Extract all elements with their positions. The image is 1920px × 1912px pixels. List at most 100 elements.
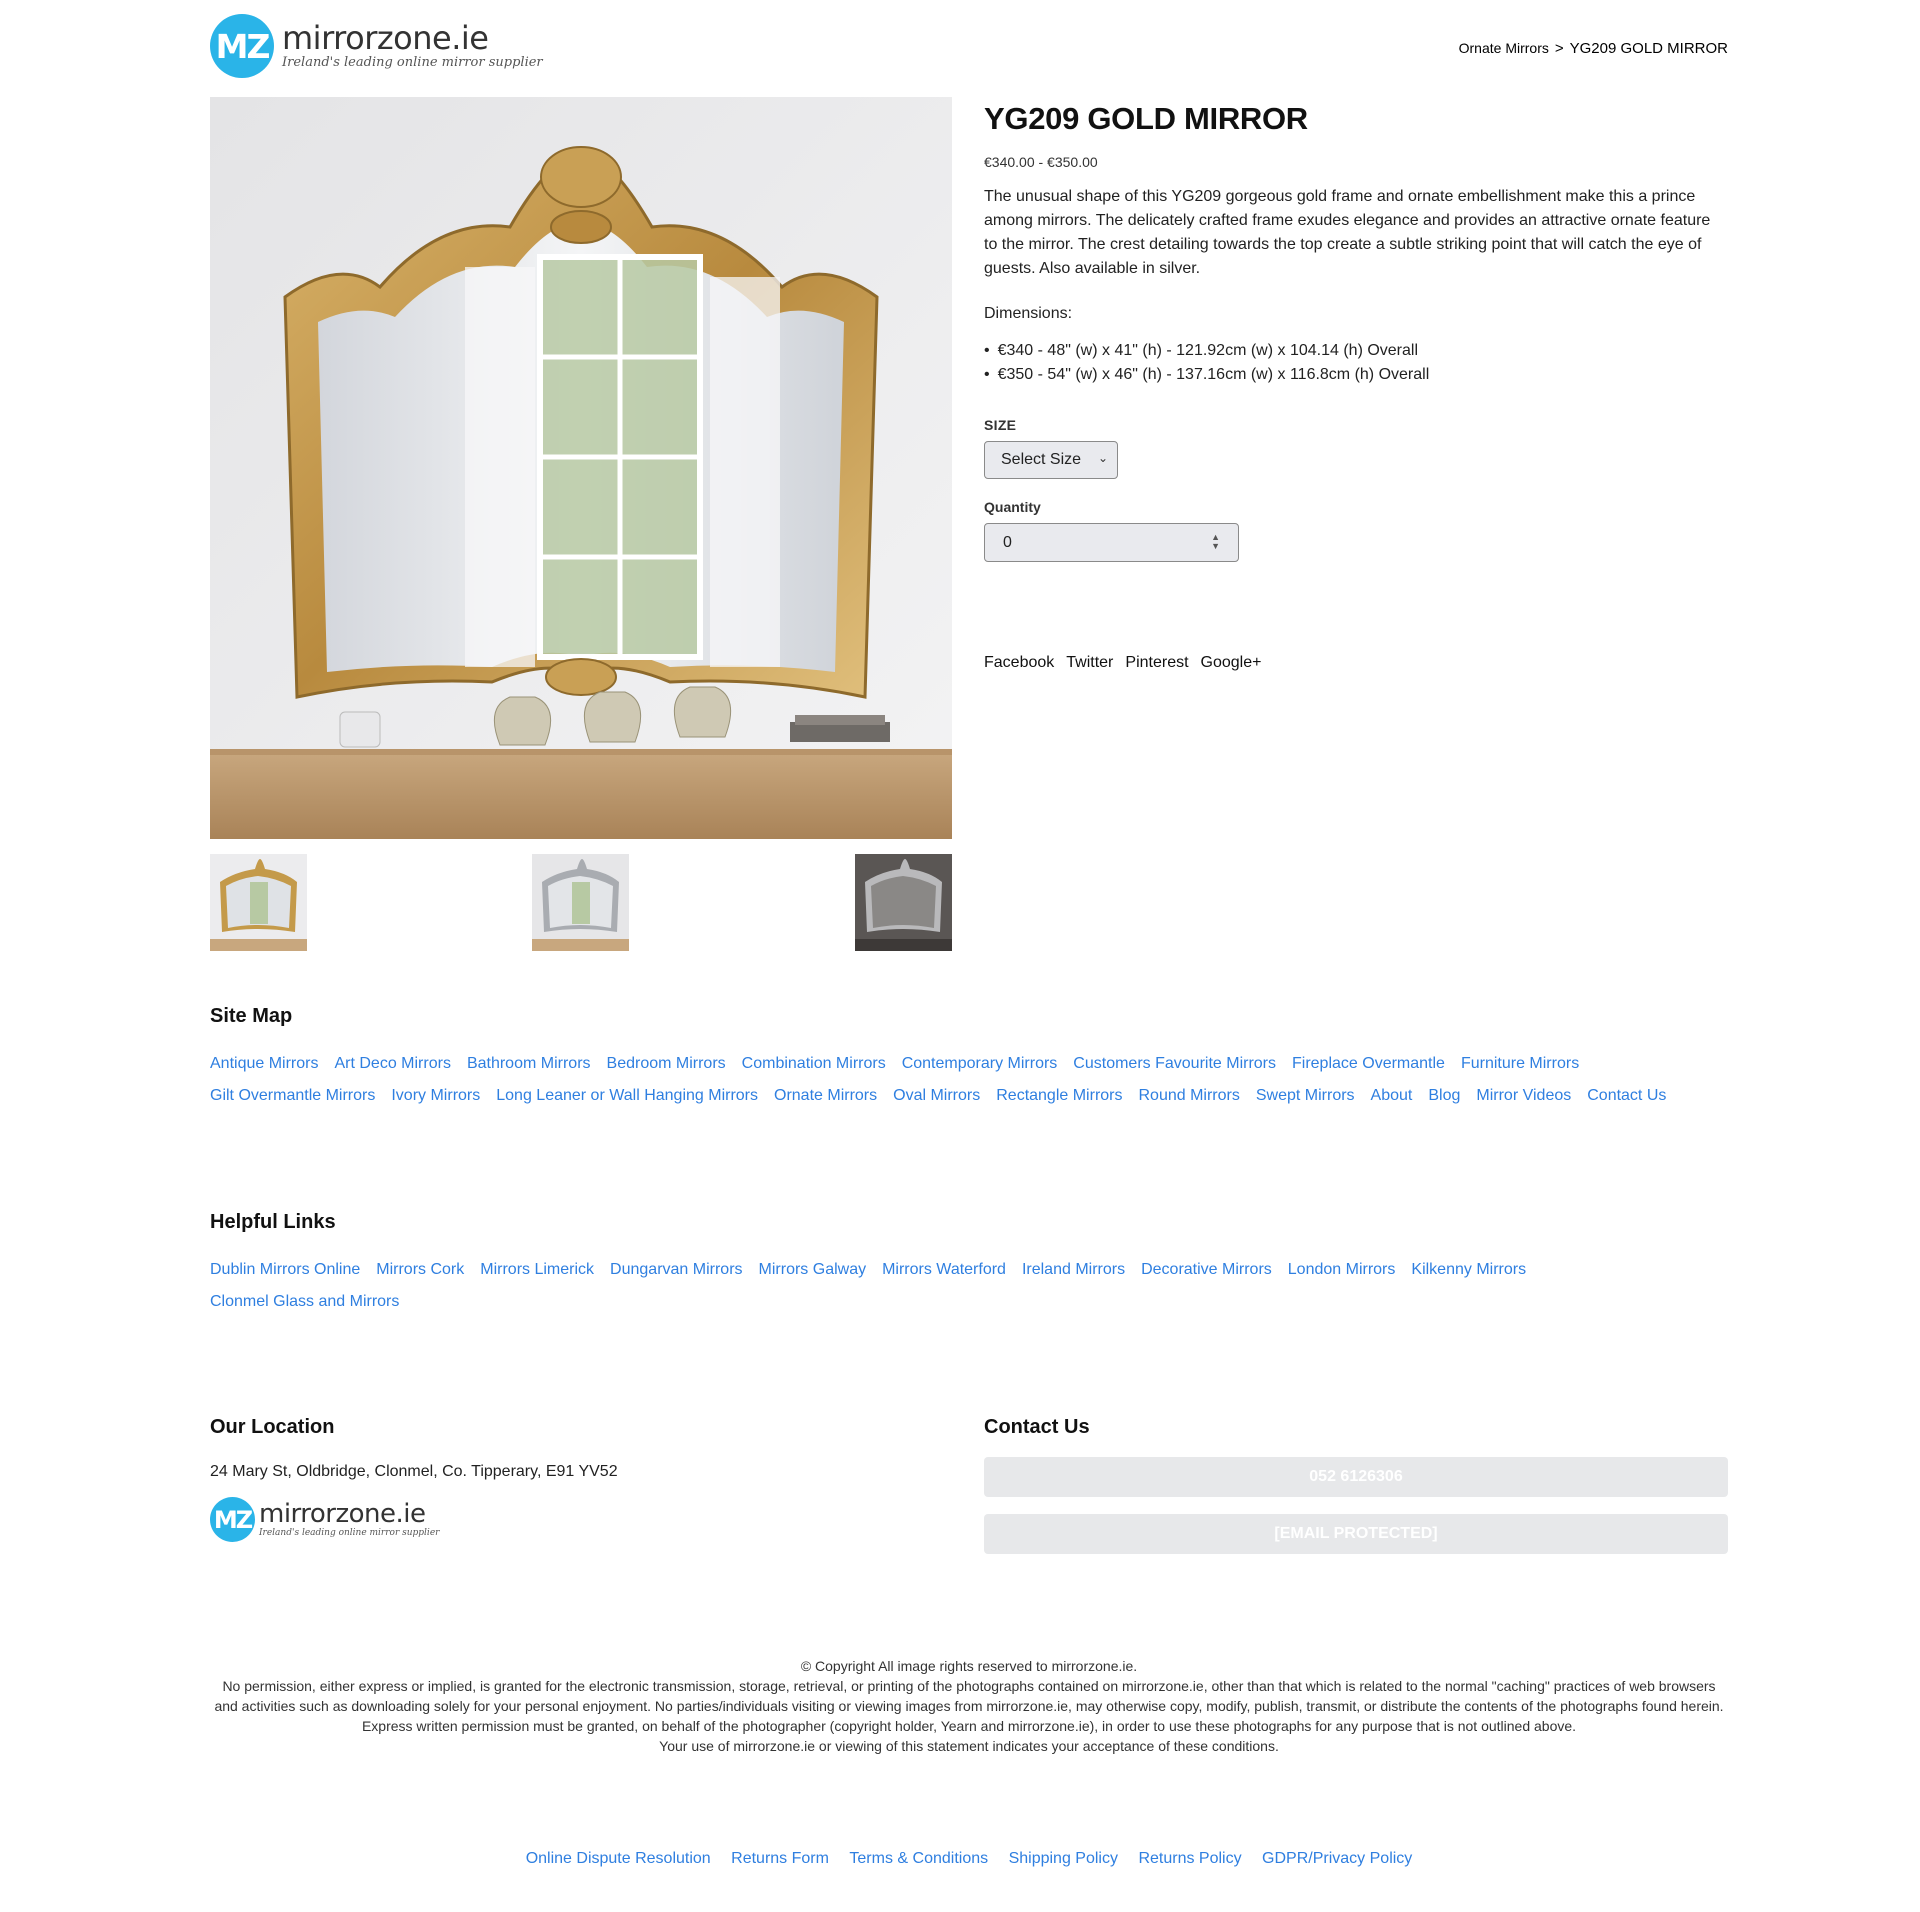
share-twitter-link[interactable]: Twitter bbox=[1066, 654, 1113, 672]
logo-name: mirrorzone.ie bbox=[259, 1499, 426, 1529]
helpful-link[interactable]: Ireland Mirrors bbox=[1022, 1254, 1125, 1286]
footer-link[interactable]: Returns Policy bbox=[1138, 1850, 1241, 1867]
helpful-link[interactable]: Decorative Mirrors bbox=[1141, 1254, 1272, 1286]
helpful-links: Dublin Mirrors Online Mirrors Cork Mirro… bbox=[210, 1254, 1728, 1318]
sitemap-link[interactable]: Contact Us bbox=[1587, 1080, 1666, 1112]
logo-mark: MZ bbox=[210, 14, 274, 78]
social-share: Facebook Twitter Pinterest Google+ bbox=[984, 654, 1273, 672]
sitemap-link[interactable]: Ornate Mirrors bbox=[774, 1080, 877, 1112]
share-googleplus-link[interactable]: Google+ bbox=[1201, 654, 1262, 672]
logo-mark: MZ bbox=[210, 1497, 255, 1542]
dimensions-label: Dimensions: bbox=[984, 305, 1073, 322]
site-logo[interactable]: MZ mirrorzone.ie Ireland's leading onlin… bbox=[210, 14, 543, 78]
sitemap-link[interactable]: Art Deco Mirrors bbox=[334, 1048, 450, 1080]
sitemap-link[interactable]: Contemporary Mirrors bbox=[902, 1048, 1058, 1080]
thumbnail-strip bbox=[210, 854, 952, 952]
contact-title: Contact Us bbox=[984, 1416, 1090, 1438]
helpful-link[interactable]: Dublin Mirrors Online bbox=[210, 1254, 360, 1286]
copyright-notice: © Copyright All image rights reserved to… bbox=[210, 1656, 1728, 1756]
helpful-link[interactable]: Kilkenny Mirrors bbox=[1411, 1254, 1526, 1286]
site-map-title: Site Map bbox=[210, 1005, 293, 1027]
logo-name: mirrorzone.ie bbox=[282, 19, 489, 57]
thumbnail-silver-mirror[interactable] bbox=[532, 854, 629, 951]
thumbnail-gold-mirror[interactable] bbox=[210, 854, 307, 951]
sitemap-link[interactable]: Swept Mirrors bbox=[1256, 1080, 1355, 1112]
product-info: YG209 GOLD MIRROR €340.00 - €350.00 The … bbox=[984, 97, 1728, 671]
product-description: The unusual shape of this YG209 gorgeous… bbox=[984, 188, 1711, 277]
footer-link[interactable]: GDPR/Privacy Policy bbox=[1262, 1850, 1412, 1867]
sitemap-link[interactable]: Long Leaner or Wall Hanging Mirrors bbox=[496, 1080, 758, 1112]
share-facebook-link[interactable]: Facebook bbox=[984, 654, 1054, 672]
sitemap-link[interactable]: Antique Mirrors bbox=[210, 1048, 318, 1080]
logo-tagline: Ireland's leading online mirror supplier bbox=[259, 1528, 440, 1538]
sitemap-link[interactable]: Combination Mirrors bbox=[742, 1048, 886, 1080]
logo-tagline: Ireland's leading online mirror supplier bbox=[282, 55, 543, 70]
helpful-link[interactable]: Mirrors Waterford bbox=[882, 1254, 1006, 1286]
sitemap-link[interactable]: Customers Favourite Mirrors bbox=[1073, 1048, 1276, 1080]
sitemap-link[interactable]: Rectangle Mirrors bbox=[996, 1080, 1122, 1112]
footer-logo: MZ mirrorzone.ie Ireland's leading onlin… bbox=[210, 1497, 952, 1542]
quantity-label: Quantity bbox=[984, 499, 1041, 515]
size-select[interactable]: Select Size ⌄ bbox=[984, 441, 1118, 479]
site-map-section: Site Map Antique Mirrors Art Deco Mirror… bbox=[210, 1005, 1728, 1112]
helpful-link[interactable]: Mirrors Limerick bbox=[480, 1254, 594, 1286]
dimension-item: €340 - 48" (w) x 41" (h) - 121.92cm (w) … bbox=[984, 339, 1728, 363]
contact-section: Contact Us 052 6126306 [EMAIL PROTECTED] bbox=[984, 1416, 1728, 1554]
stepper-arrows-icon[interactable]: ▲ ▼ bbox=[1211, 533, 1220, 551]
copyright-terms: No permission, either express or implied… bbox=[214, 1678, 1724, 1734]
breadcrumb: Ornate Mirrors > YG209 GOLD MIRROR bbox=[1459, 40, 1728, 57]
thumbnail-dark-mirror[interactable] bbox=[855, 854, 952, 951]
footer-link[interactable]: Shipping Policy bbox=[1009, 1850, 1118, 1867]
site-header: MZ mirrorzone.ie Ireland's leading onlin… bbox=[210, 14, 1728, 84]
breadcrumb-separator: > bbox=[1554, 40, 1564, 57]
thumbnail-silver-photo bbox=[532, 854, 629, 951]
product-title: YG209 GOLD MIRROR bbox=[984, 101, 1308, 136]
sitemap-link[interactable]: Round Mirrors bbox=[1139, 1080, 1240, 1112]
footer-link[interactable]: Online Dispute Resolution bbox=[526, 1850, 711, 1867]
thumbnail-gold-photo bbox=[210, 854, 307, 951]
breadcrumb-parent-link[interactable]: Ornate Mirrors bbox=[1459, 40, 1549, 56]
footer-link[interactable]: Terms & Conditions bbox=[849, 1850, 988, 1867]
phone-button[interactable]: 052 6126306 bbox=[984, 1457, 1728, 1497]
share-pinterest-link[interactable]: Pinterest bbox=[1125, 654, 1188, 672]
size-select-value: Select Size bbox=[1001, 451, 1082, 468]
helpful-link[interactable]: Mirrors Galway bbox=[759, 1254, 867, 1286]
footer-link[interactable]: Returns Form bbox=[731, 1850, 829, 1867]
product-gallery bbox=[210, 97, 952, 952]
sitemap-link[interactable]: Gilt Overmantle Mirrors bbox=[210, 1080, 375, 1112]
copyright-acceptance: Your use of mirrorzone.ie or viewing of … bbox=[659, 1738, 1279, 1754]
breadcrumb-current: YG209 GOLD MIRROR bbox=[1569, 40, 1728, 57]
helpful-link[interactable]: Mirrors Cork bbox=[376, 1254, 464, 1286]
address: 24 Mary St, Oldbridge, Clonmel, Co. Tipp… bbox=[210, 1463, 618, 1480]
size-label: SIZE bbox=[984, 417, 1017, 433]
quantity-value: 0 bbox=[1003, 533, 1012, 551]
helpful-link[interactable]: London Mirrors bbox=[1288, 1254, 1396, 1286]
email-button[interactable]: [EMAIL PROTECTED] bbox=[984, 1514, 1728, 1554]
sitemap-link[interactable]: Mirror Videos bbox=[1476, 1080, 1571, 1112]
dimensions-list: €340 - 48" (w) x 41" (h) - 121.92cm (w) … bbox=[984, 339, 1728, 387]
helpful-link[interactable]: Dungarvan Mirrors bbox=[610, 1254, 742, 1286]
footer-links: Online Dispute Resolution Returns Form T… bbox=[210, 1850, 1728, 1868]
copyright-line: © Copyright All image rights reserved to… bbox=[800, 1658, 1138, 1674]
sitemap-link[interactable]: Furniture Mirrors bbox=[1461, 1048, 1579, 1080]
thumbnail-dark-photo bbox=[855, 854, 952, 951]
sitemap-link[interactable]: Bathroom Mirrors bbox=[467, 1048, 591, 1080]
sitemap-link[interactable]: Fireplace Overmantle bbox=[1292, 1048, 1445, 1080]
site-map-links: Antique Mirrors Art Deco Mirrors Bathroo… bbox=[210, 1048, 1728, 1112]
sitemap-link[interactable]: Ivory Mirrors bbox=[391, 1080, 480, 1112]
quantity-stepper[interactable]: 0 ▲ ▼ bbox=[984, 523, 1239, 562]
dimension-item: €350 - 54" (w) x 46" (h) - 137.16cm (w) … bbox=[984, 363, 1728, 387]
product-main-image[interactable] bbox=[210, 97, 952, 839]
sitemap-link[interactable]: Blog bbox=[1428, 1080, 1460, 1112]
location-title: Our Location bbox=[210, 1416, 335, 1438]
helpful-links-title: Helpful Links bbox=[210, 1211, 336, 1233]
sitemap-link[interactable]: Bedroom Mirrors bbox=[607, 1048, 726, 1080]
helpful-link[interactable]: Clonmel Glass and Mirrors bbox=[210, 1286, 399, 1318]
location-section: Our Location 24 Mary St, Oldbridge, Clon… bbox=[210, 1416, 952, 1542]
helpful-links-section: Helpful Links Dublin Mirrors Online Mirr… bbox=[210, 1211, 1728, 1318]
sitemap-link[interactable]: About bbox=[1371, 1080, 1413, 1112]
gold-mirror-photo bbox=[210, 97, 952, 839]
product-price: €340.00 - €350.00 bbox=[984, 154, 1098, 170]
chevron-down-icon: ⌄ bbox=[1097, 451, 1108, 465]
sitemap-link[interactable]: Oval Mirrors bbox=[893, 1080, 980, 1112]
